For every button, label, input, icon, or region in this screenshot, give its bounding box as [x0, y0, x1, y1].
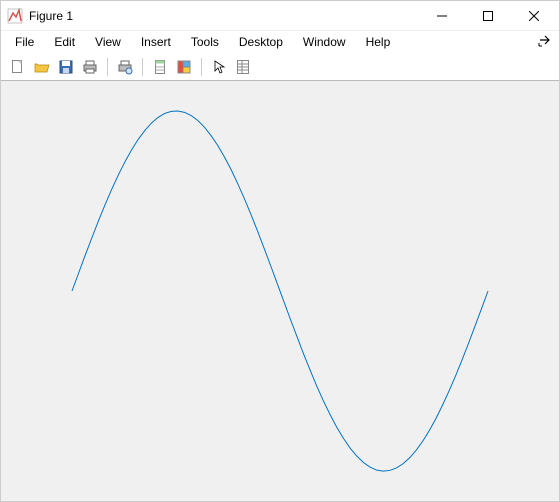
toolbar — [1, 53, 559, 81]
menu-file[interactable]: File — [5, 33, 44, 51]
plot-canvas — [1, 81, 559, 501]
save-icon[interactable] — [55, 56, 77, 78]
print-icon[interactable] — [79, 56, 101, 78]
toolbar-separator — [142, 58, 143, 76]
menubar: File Edit View Insert Tools Desktop Wind… — [1, 31, 559, 53]
close-button[interactable] — [511, 1, 557, 31]
toolbar-separator — [107, 58, 108, 76]
menu-view[interactable]: View — [85, 33, 131, 51]
toolbar-separator — [201, 58, 202, 76]
plot-area[interactable] — [1, 81, 559, 501]
menu-window[interactable]: Window — [293, 33, 356, 51]
undock-icon[interactable] — [537, 33, 553, 49]
titlebar: Figure 1 — [1, 1, 559, 31]
print-preview-icon[interactable] — [114, 56, 136, 78]
menu-desktop[interactable]: Desktop — [229, 33, 293, 51]
minimize-button[interactable] — [419, 1, 465, 31]
line-series — [72, 111, 488, 471]
window-controls — [419, 1, 557, 31]
window-title: Figure 1 — [29, 9, 419, 23]
maximize-button[interactable] — [465, 1, 511, 31]
open-file-icon[interactable] — [31, 56, 53, 78]
color-icon[interactable] — [173, 56, 195, 78]
pointer-icon[interactable] — [208, 56, 230, 78]
menu-insert[interactable]: Insert — [131, 33, 181, 51]
menu-tools[interactable]: Tools — [181, 33, 229, 51]
matlab-icon — [7, 8, 23, 24]
inspector-icon[interactable] — [232, 56, 254, 78]
data-cursor-icon[interactable] — [149, 56, 171, 78]
new-figure-icon[interactable] — [7, 56, 29, 78]
menu-help[interactable]: Help — [356, 33, 401, 51]
menu-edit[interactable]: Edit — [44, 33, 85, 51]
